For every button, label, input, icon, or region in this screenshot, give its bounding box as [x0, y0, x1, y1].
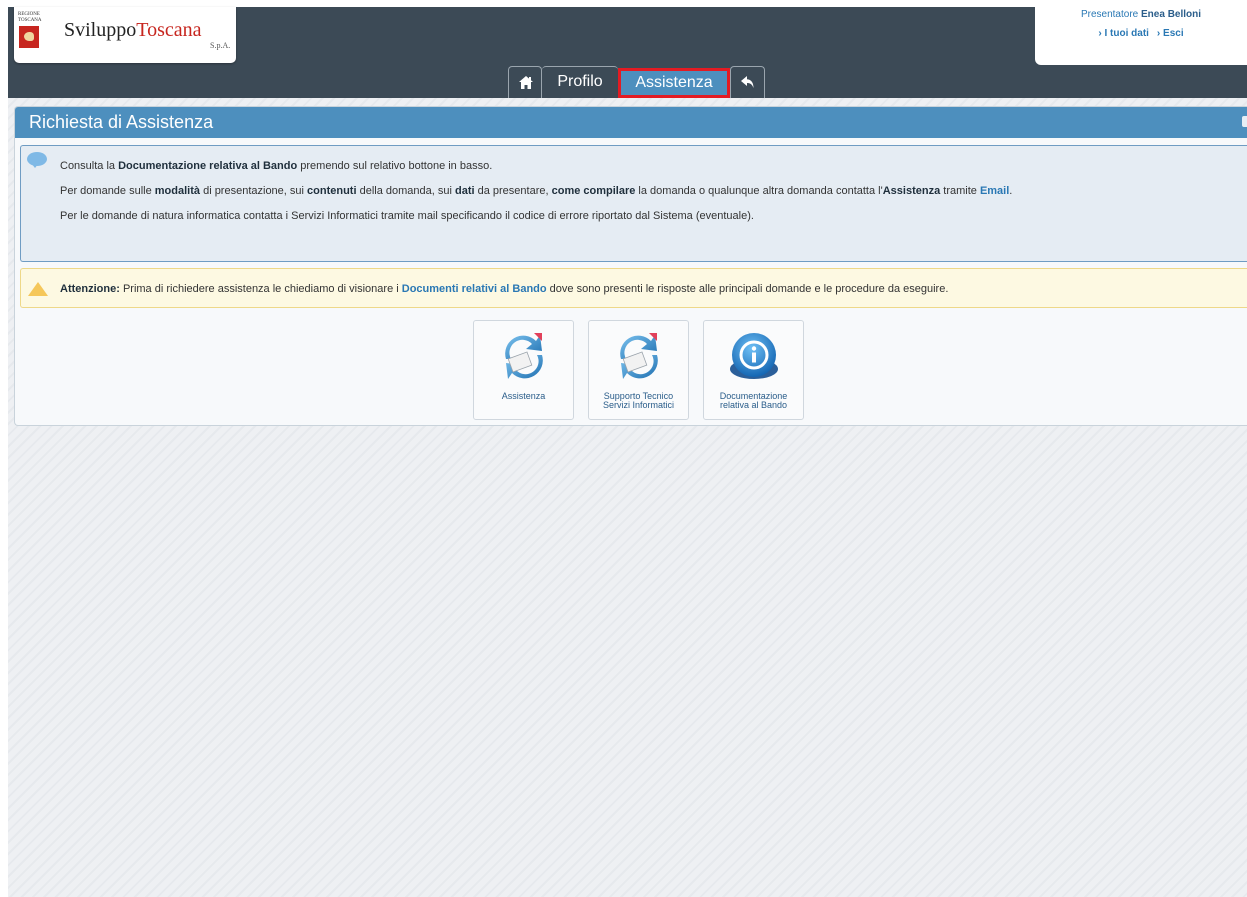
panel-title: Richiesta di Assistenza [29, 112, 214, 132]
logo[interactable]: REGIONE TOSCANA SviluppoToscana S.p.A. [14, 7, 236, 63]
info-line-3: Per le domande di natura informatica con… [60, 210, 754, 222]
user-name: Enea Belloni [1141, 9, 1202, 20]
email-link[interactable]: Email [980, 185, 1009, 197]
info-line-1: Consulta la Documentazione relativa al B… [60, 160, 493, 172]
logout-link[interactable]: › Esci [1157, 28, 1184, 39]
assistenza-button[interactable]: Assistenza [473, 320, 574, 420]
warning-box: Attenzione: Prima di richiedere assisten… [20, 268, 1247, 308]
home-icon [519, 76, 533, 89]
top-bar: REGIONE TOSCANA SviluppoToscana S.p.A. Pr… [8, 7, 1247, 98]
back-arrow-icon [741, 76, 754, 88]
panel-header: Richiesta di Assistenza [15, 107, 1247, 138]
email-sync-icon [505, 333, 543, 379]
info-icon [730, 333, 778, 379]
user-info: Presentatore Enea Belloni [1080, 9, 1202, 20]
page-background: REGIONE TOSCANA SviluppoToscana S.p.A. Pr… [8, 7, 1247, 897]
button-label: Documentazione relativa al Bando [719, 391, 788, 410]
my-data-link[interactable]: › I tuoi dati [1098, 28, 1149, 39]
user-box: Presentatore Enea Belloni › I tuoi dati ›… [1035, 7, 1247, 65]
logo-wordmark: SviluppoToscana [64, 19, 202, 41]
assistance-panel: Richiesta di Assistenza Consulta la Docu… [14, 106, 1247, 426]
tab-assistenza[interactable]: Assistenza [618, 68, 730, 98]
tab-home[interactable] [508, 66, 542, 98]
warning-text: Attenzione: Prima di richiedere assisten… [60, 283, 949, 295]
logo-spa: S.p.A. [210, 41, 231, 50]
speech-bubble-icon [27, 152, 47, 168]
documents-link[interactable]: Documenti relativi al Bando [402, 283, 547, 295]
warning-icon [28, 282, 48, 296]
tab-back[interactable] [730, 66, 765, 98]
email-sync-icon [620, 333, 658, 379]
tab-profilo[interactable]: Profilo [542, 66, 618, 98]
button-label: Supporto Tecnico Servizi Informatici [602, 391, 674, 410]
panel-toggle-icon[interactable] [1242, 116, 1247, 127]
user-links: › I tuoi dati › Esci [1035, 28, 1247, 39]
supporto-tecnico-button[interactable]: Supporto Tecnico Servizi Informatici [588, 320, 689, 420]
region-shield-icon [19, 26, 39, 48]
logo-region-text: REGIONE TOSCANA [18, 12, 42, 23]
info-box: Consulta la Documentazione relativa al B… [20, 145, 1247, 262]
button-label: Assistenza [501, 391, 546, 401]
documentazione-button[interactable]: Documentazione relativa al Bando [703, 320, 804, 420]
info-line-2: Per domande sulle modalità di presentazi… [60, 185, 1013, 197]
